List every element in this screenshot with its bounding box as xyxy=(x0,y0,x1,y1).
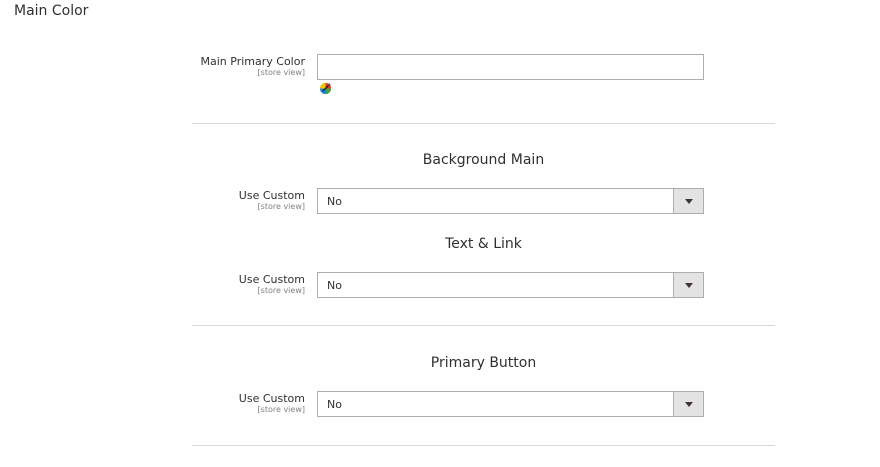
select-toggle[interactable] xyxy=(673,273,703,297)
use-custom-scope: [store view] xyxy=(257,202,305,211)
group-heading-text-link: Text & Link xyxy=(445,236,522,252)
select-toggle[interactable] xyxy=(673,189,703,213)
select-value: No xyxy=(327,195,342,208)
select-value: No xyxy=(327,398,342,411)
divider xyxy=(192,325,775,326)
select-toggle[interactable] xyxy=(673,392,703,416)
chevron-down-icon xyxy=(685,402,693,407)
section-title[interactable]: Main Color xyxy=(14,3,88,19)
primary-button-use-custom-select[interactable]: No xyxy=(317,391,704,417)
main-primary-color-label-group: Main Primary Color [store view] xyxy=(105,56,305,78)
use-custom-scope: [store view] xyxy=(257,286,305,295)
use-custom-label: Use Custom xyxy=(238,273,305,286)
select-value: No xyxy=(327,279,342,292)
text-link-use-custom-select[interactable]: No xyxy=(317,272,704,298)
use-custom-scope: [store view] xyxy=(257,405,305,414)
divider xyxy=(192,123,775,124)
background-main-label-group: Use Custom [store view] xyxy=(105,190,305,212)
color-wheel-icon[interactable] xyxy=(319,82,332,95)
use-custom-label: Use Custom xyxy=(238,392,305,405)
chevron-down-icon xyxy=(685,199,693,204)
main-primary-color-input[interactable] xyxy=(317,54,704,80)
text-link-label-group: Use Custom [store view] xyxy=(105,274,305,296)
chevron-down-icon xyxy=(685,283,693,288)
main-primary-color-scope: [store view] xyxy=(257,68,305,77)
main-primary-color-label: Main Primary Color xyxy=(200,55,305,68)
use-custom-label: Use Custom xyxy=(238,189,305,202)
background-main-use-custom-select[interactable]: No xyxy=(317,188,704,214)
group-heading-primary-button: Primary Button xyxy=(430,355,537,371)
primary-button-label-group: Use Custom [store view] xyxy=(105,393,305,415)
group-heading-background-main: Background Main xyxy=(422,152,545,168)
divider xyxy=(192,445,775,446)
